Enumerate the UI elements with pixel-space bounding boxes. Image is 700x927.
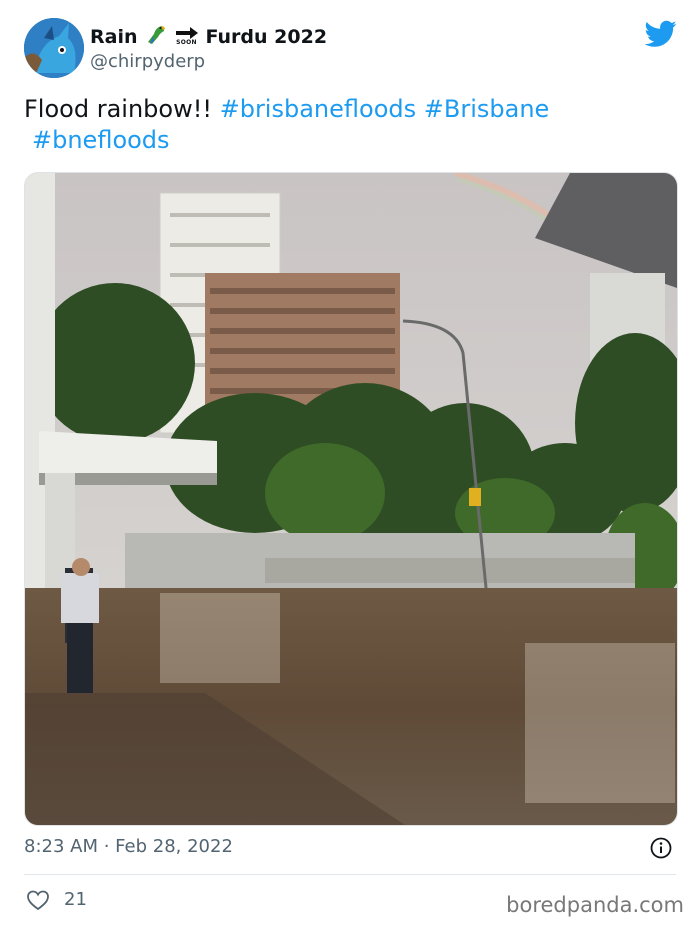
twitter-bird-icon[interactable] <box>644 20 677 48</box>
tweet-photo[interactable] <box>24 172 678 826</box>
hashtag-link[interactable]: #bnefloods <box>32 126 170 154</box>
tweet-timestamp[interactable]: 8:23 AM · Feb 28, 2022 <box>24 836 233 857</box>
divider <box>24 874 676 875</box>
display-name-part1: Rain <box>90 25 138 48</box>
watermark: boredpanda.com <box>506 893 684 917</box>
soon-arrow-icon: SOON <box>174 27 200 46</box>
flood-photo-illustration <box>25 173 677 825</box>
tweet-text: Flood rainbow!! #brisbanefloods #Brisban… <box>24 94 664 156</box>
display-name[interactable]: Rain SOON Furdu 2022 <box>90 22 327 51</box>
soon-label: SOON <box>176 39 197 46</box>
parrot-emoji-icon <box>144 22 168 51</box>
user-handle[interactable]: @chirpyderp <box>90 51 205 72</box>
hashtag-link[interactable]: #brisbanefloods <box>220 95 417 123</box>
hashtag-link[interactable]: #Brisbane <box>424 95 550 123</box>
tweet-body: Flood rainbow!! <box>24 95 212 123</box>
display-name-part2: Furdu 2022 <box>205 25 328 48</box>
info-icon[interactable] <box>650 837 672 859</box>
avatar[interactable] <box>24 18 84 78</box>
heart-icon[interactable] <box>26 889 50 911</box>
like-count[interactable]: 21 <box>64 889 87 910</box>
